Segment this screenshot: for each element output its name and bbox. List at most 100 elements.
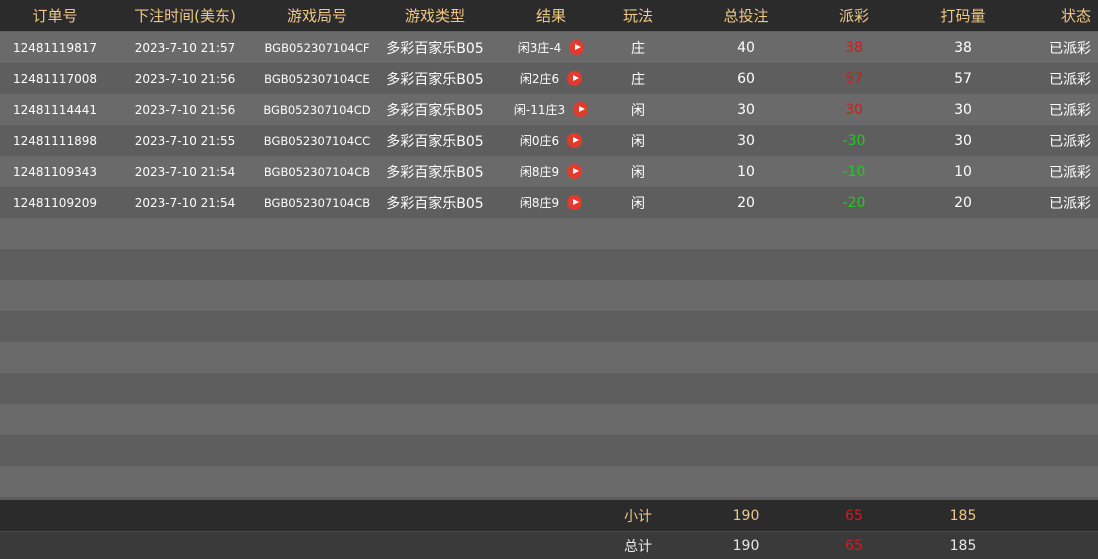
payout: -20 [842, 194, 866, 211]
status: 已派彩 [1049, 102, 1091, 119]
empty-row [0, 435, 1098, 466]
order-no: 12481111898 [13, 133, 97, 148]
play-icon[interactable] [567, 71, 583, 86]
total-bet: 10 [737, 163, 755, 180]
round-no: BGB052307104CF [264, 40, 370, 55]
bet-time: 2023-7-10 21:56 [134, 102, 236, 117]
round-no: BGB052307104CB [263, 164, 371, 179]
payout: 38 [845, 39, 863, 56]
total-bet: 30 [737, 132, 755, 149]
play-type: 庄 [631, 40, 645, 57]
round-no: BGB052307104CE [264, 71, 370, 86]
subtotal-label: 小计 [624, 508, 652, 525]
order-no: 12481114441 [13, 102, 97, 117]
result-text: 闲2庄6 [519, 72, 560, 86]
play-type: 闲 [631, 102, 645, 119]
order-no: 12481109209 [13, 195, 97, 210]
play-type: 闲 [631, 195, 645, 212]
bet-time: 2023-7-10 21:54 [134, 195, 236, 210]
total-turnover: 185 [949, 537, 977, 554]
game-type: 多彩百家乐B05 [386, 102, 484, 119]
turnover: 38 [954, 39, 972, 56]
game-type: 多彩百家乐B05 [386, 195, 484, 212]
header-total-bet: 总投注 [723, 7, 769, 25]
empty-row [0, 311, 1098, 342]
play-type: 闲 [631, 133, 645, 150]
table-row: 12481111898 2023-7-10 21:55 BGB052307104… [0, 125, 1098, 156]
result-text: 闲3庄-4 [517, 41, 562, 55]
bet-time: 2023-7-10 21:54 [134, 164, 236, 179]
table-row: 12481117008 2023-7-10 21:56 BGB052307104… [0, 63, 1098, 94]
bet-time: 2023-7-10 21:57 [134, 40, 236, 55]
turnover: 20 [954, 194, 972, 211]
play-icon[interactable] [569, 40, 585, 55]
total-total-bet: 190 [732, 537, 760, 554]
result-cell: 闲0庄6 [496, 132, 606, 149]
header-game-type: 游戏类型 [404, 7, 465, 25]
turnover: 30 [954, 132, 972, 149]
turnover: 10 [954, 163, 972, 180]
total-payout: 65 [845, 537, 863, 554]
table-header: 订单号 下注时间(美东) 游戏局号 游戏类型 结果 玩法 总投注 派彩 打码量 … [0, 0, 1098, 31]
empty-row [0, 373, 1098, 404]
subtotal-row: 小计 190 65 185 [0, 500, 1098, 531]
round-no: BGB052307104CC [263, 133, 371, 148]
table-row: 12481109343 2023-7-10 21:54 BGB052307104… [0, 156, 1098, 187]
round-no: BGB052307104CB [263, 195, 371, 210]
result-text: 闲8庄9 [519, 165, 560, 179]
result-cell: 闲8庄9 [496, 163, 606, 180]
order-no: 12481109343 [13, 164, 97, 179]
header-status: 状态 [1060, 7, 1091, 25]
total-bet: 20 [737, 194, 755, 211]
result-text: 闲8庄9 [519, 196, 560, 210]
payout: 30 [845, 101, 863, 118]
game-type: 多彩百家乐B05 [386, 40, 484, 57]
play-icon[interactable] [567, 133, 583, 148]
empty-row [0, 249, 1098, 280]
total-row: 总计 190 65 185 [0, 532, 1098, 559]
result-cell: 闲-11庄3 [496, 101, 606, 118]
total-bet: 30 [737, 101, 755, 118]
subtotal-turnover: 185 [949, 507, 977, 524]
turnover: 30 [954, 101, 972, 118]
round-no: BGB052307104CD [263, 102, 371, 117]
status: 已派彩 [1049, 71, 1091, 88]
result-cell: 闲3庄-4 [496, 39, 606, 56]
status: 已派彩 [1049, 195, 1091, 212]
bet-time: 2023-7-10 21:56 [134, 71, 236, 86]
order-no: 12481117008 [13, 71, 97, 86]
table-row: 12481114441 2023-7-10 21:56 BGB052307104… [0, 94, 1098, 125]
play-type: 庄 [631, 71, 645, 88]
table-row: 12481119817 2023-7-10 21:57 BGB052307104… [0, 32, 1098, 63]
play-icon[interactable] [567, 164, 583, 179]
total-label: 总计 [624, 538, 652, 555]
result-cell: 闲8庄9 [496, 194, 606, 211]
header-result: 结果 [535, 7, 566, 25]
empty-row [0, 466, 1098, 497]
payout: -10 [842, 163, 866, 180]
game-type: 多彩百家乐B05 [386, 71, 484, 88]
total-bet: 60 [737, 70, 755, 87]
result-cell: 闲2庄6 [496, 70, 606, 87]
header-round-no: 游戏局号 [286, 7, 347, 25]
play-icon[interactable] [567, 195, 583, 210]
game-type: 多彩百家乐B05 [386, 164, 484, 181]
empty-row [0, 218, 1098, 249]
status: 已派彩 [1049, 40, 1091, 57]
header-turnover: 打码量 [940, 7, 986, 25]
header-payout: 派彩 [838, 7, 869, 25]
header-bet-time: 下注时间(美东) [134, 7, 236, 25]
result-text: 闲0庄6 [519, 134, 560, 148]
empty-row [0, 404, 1098, 435]
bet-records-table: 订单号 下注时间(美东) 游戏局号 游戏类型 结果 玩法 总投注 派彩 打码量 … [0, 0, 1098, 559]
result-text: 闲-11庄3 [513, 103, 566, 117]
order-no: 12481119817 [13, 40, 97, 55]
status: 已派彩 [1049, 164, 1091, 181]
play-icon[interactable] [573, 102, 589, 117]
subtotal-total-bet: 190 [732, 507, 760, 524]
header-order-no: 订单号 [32, 7, 78, 25]
subtotal-payout: 65 [845, 507, 863, 524]
table-row: 12481109209 2023-7-10 21:54 BGB052307104… [0, 187, 1098, 218]
payout: 57 [845, 70, 863, 87]
play-type: 闲 [631, 164, 645, 181]
